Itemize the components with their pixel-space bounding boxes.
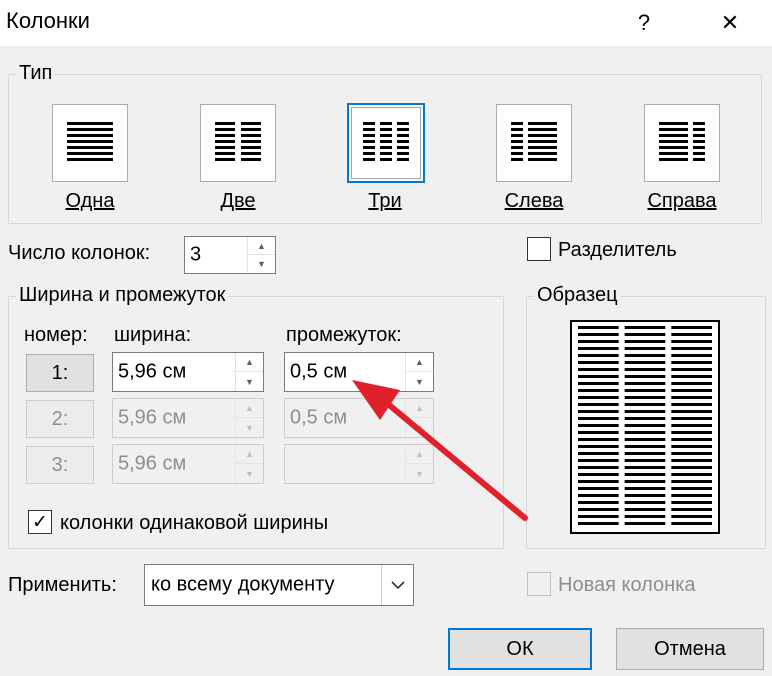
annotation-arrow <box>352 380 528 521</box>
